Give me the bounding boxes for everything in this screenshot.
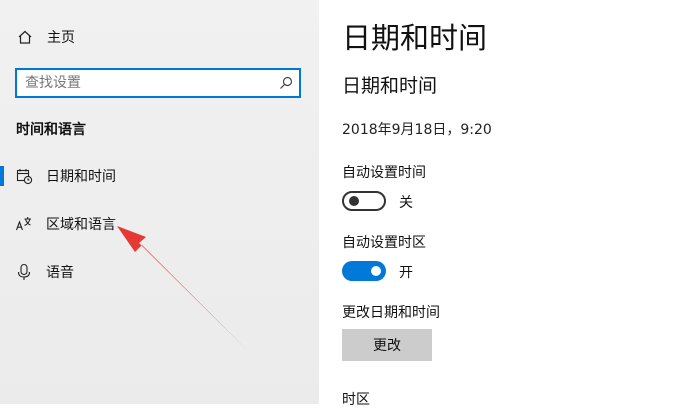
auto-time-toggle[interactable] [342, 191, 386, 211]
home-label: 主页 [47, 30, 75, 46]
section-title: 时间和语言 [16, 122, 86, 138]
auto-time-label: 自动设置时间 [342, 165, 426, 181]
main-panel: 日期和时间 日期和时间 2018年9月18日，9:20 自动设置时间 关 自动设… [319, 0, 700, 408]
sidebar-item-speech[interactable]: 语音 [0, 254, 319, 290]
auto-timezone-state: 开 [399, 265, 413, 281]
page-title: 日期和时间 [342, 21, 488, 55]
sidebar-item-label: 语音 [46, 265, 74, 281]
sidebar-item-region-language[interactable]: 区域和语言 [0, 206, 319, 242]
search-icon[interactable] [273, 76, 299, 90]
microphone-icon [15, 263, 33, 281]
sidebar-item-date-time[interactable]: 日期和时间 [0, 158, 319, 194]
toggle-knob [371, 266, 381, 276]
change-button[interactable]: 更改 [342, 329, 432, 361]
auto-time-state: 关 [399, 195, 413, 211]
section-heading: 日期和时间 [342, 75, 438, 97]
current-datetime: 2018年9月18日，9:20 [342, 122, 492, 138]
sidebar-item-label: 日期和时间 [46, 169, 116, 185]
calendar-clock-icon [15, 167, 33, 185]
auto-timezone-toggle[interactable] [342, 261, 386, 281]
sidebar: 主页 时间和语言 日期和时间 区域和语言 [0, 0, 319, 404]
selected-indicator [0, 166, 4, 186]
home-nav-item[interactable]: 主页 [16, 26, 75, 48]
toggle-knob [349, 196, 359, 206]
home-icon [16, 28, 34, 46]
language-icon [15, 215, 33, 233]
search-input[interactable] [17, 70, 273, 96]
sidebar-item-label: 区域和语言 [46, 217, 116, 233]
change-datetime-label: 更改日期和时间 [342, 305, 440, 321]
timezone-label: 时区 [342, 392, 370, 408]
search-box[interactable] [15, 68, 301, 98]
auto-timezone-label: 自动设置时区 [342, 235, 426, 251]
